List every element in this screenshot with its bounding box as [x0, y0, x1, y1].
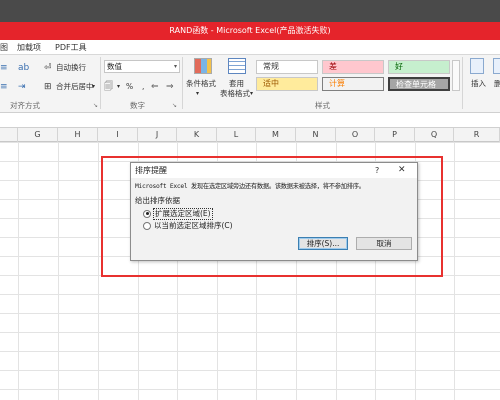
insert-cells-button[interactable]: 插入 [471, 79, 486, 89]
number-format-select[interactable]: 数值 ▾ [104, 60, 180, 73]
divider [100, 57, 101, 109]
help-icon[interactable]: ? [375, 165, 379, 176]
tab-view[interactable]: 图 [0, 42, 8, 53]
cell-style-calculation[interactable]: 计算 [322, 77, 384, 91]
merge-center-button[interactable]: 合并后居中 [56, 82, 94, 92]
cell-style-neutral[interactable]: 适中 [256, 77, 318, 91]
radio-button-checked[interactable] [143, 209, 151, 218]
decrease-decimal-icon[interactable]: ⇒ [166, 82, 174, 92]
window-title: RAND函数 - Microsoft Excel(产品激活失败) [0, 22, 500, 40]
gridline [98, 142, 99, 400]
column-header-m[interactable]: M [256, 128, 296, 142]
group-label-number: 数字 [130, 101, 145, 110]
column-header-k[interactable]: K [177, 128, 217, 142]
column-header-n[interactable]: N [296, 128, 336, 142]
chevron-down-icon[interactable]: ▾ [117, 82, 120, 92]
percent-button[interactable]: % [126, 82, 133, 92]
gridline [18, 142, 19, 400]
column-header-l[interactable]: L [217, 128, 256, 142]
divider [462, 57, 463, 109]
conditional-format-icon[interactable] [194, 58, 212, 74]
column-header-o[interactable]: O [336, 128, 375, 142]
column-header-q[interactable]: Q [415, 128, 454, 142]
option-expand-selection-label: 扩展选定区域(E) [153, 207, 213, 220]
option-current-selection[interactable]: 以当前选定区域排序(C) [143, 220, 233, 231]
column-header-g[interactable]: G [18, 128, 58, 142]
table-format-button-line1[interactable]: 套用 [229, 79, 244, 89]
column-header-row: G H I J K L M N O P Q R [0, 128, 500, 142]
increase-decimal-icon[interactable]: ⇐ [151, 82, 159, 92]
delete-cells-button[interactable]: 删 [494, 79, 500, 89]
chevron-down-icon[interactable]: ▾ [92, 82, 95, 92]
insert-cells-icon[interactable] [470, 58, 484, 74]
excel-window: RAND函数 - Microsoft Excel(产品激活失败) 图 加载项 P… [0, 0, 500, 400]
ribbon-tab-bar: 图 加载项 PDF工具 [0, 40, 500, 55]
column-header-h[interactable]: H [58, 128, 98, 142]
wrap-text-icon[interactable]: ⏎ [44, 63, 52, 73]
close-icon[interactable]: ✕ [398, 164, 406, 176]
cell-styles-scroll[interactable] [452, 60, 460, 91]
window-top-area [0, 0, 500, 22]
sort-basis-heading: 给出排序依据 [135, 196, 180, 205]
cell-style-check-cell[interactable]: 检查单元格 [388, 77, 450, 91]
radio-button[interactable] [143, 221, 151, 230]
sort-warning-dialog: 排序提醒 ? ✕ Microsoft Excel 发现在选定区域旁边还有数据。该… [130, 162, 418, 261]
option-expand-selection[interactable]: 扩展选定区域(E) [143, 207, 213, 220]
orientation-icon[interactable]: ab [18, 63, 29, 73]
chevron-down-icon[interactable]: ▾ [250, 89, 253, 99]
column-header-r[interactable]: R [454, 128, 500, 142]
gridline [58, 142, 59, 400]
option-current-selection-label: 以当前选定区域排序(C) [154, 220, 233, 230]
merge-icon[interactable]: ⊞ [44, 82, 52, 92]
currency-icon[interactable]: 🗐 [104, 82, 113, 92]
align-right-icon[interactable]: ≡ [0, 63, 8, 73]
wrap-text-button[interactable]: 自动换行 [56, 63, 86, 73]
group-label-alignment: 对齐方式 [10, 101, 40, 110]
divider [182, 57, 183, 109]
column-header-i[interactable]: I [98, 128, 138, 142]
column-header-partial[interactable] [0, 128, 18, 142]
number-format-value: 数值 [107, 62, 122, 71]
table-format-button-line2[interactable]: 表格格式 [220, 89, 250, 99]
tab-pdf-tools[interactable]: PDF工具 [55, 42, 87, 53]
cell-style-good[interactable]: 好 [388, 60, 450, 74]
conditional-format-button[interactable]: 条件格式 [186, 79, 216, 89]
group-label-styles: 样式 [315, 101, 330, 110]
formula-bar[interactable] [0, 113, 500, 128]
column-header-p[interactable]: P [375, 128, 415, 142]
cell-style-normal[interactable]: 常规 [256, 60, 318, 74]
column-header-j[interactable]: J [138, 128, 177, 142]
chevron-down-icon[interactable]: ▾ [196, 89, 199, 99]
table-format-icon[interactable] [228, 58, 246, 74]
gridline [454, 142, 455, 400]
comma-style-button[interactable]: , [142, 82, 144, 92]
alignment-launcher-icon[interactable]: ↘ [93, 102, 98, 110]
tab-addins[interactable]: 加载项 [17, 42, 41, 53]
cell-style-bad[interactable]: 差 [322, 60, 384, 74]
align-left-icon[interactable]: ≡ [0, 82, 8, 92]
delete-cells-icon[interactable] [493, 58, 500, 74]
dialog-message: Microsoft Excel 发现在选定区域旁边还有数据。该数据未被选择，将不… [135, 183, 365, 190]
number-launcher-icon[interactable]: ↘ [172, 102, 177, 110]
cancel-button[interactable]: 取消 [356, 237, 412, 250]
indent-icon[interactable]: ⇥ [18, 82, 26, 92]
sort-button[interactable]: 排序(S)... [298, 237, 348, 250]
dialog-title: 排序提醒 [135, 166, 167, 175]
chevron-down-icon: ▾ [173, 63, 177, 70]
